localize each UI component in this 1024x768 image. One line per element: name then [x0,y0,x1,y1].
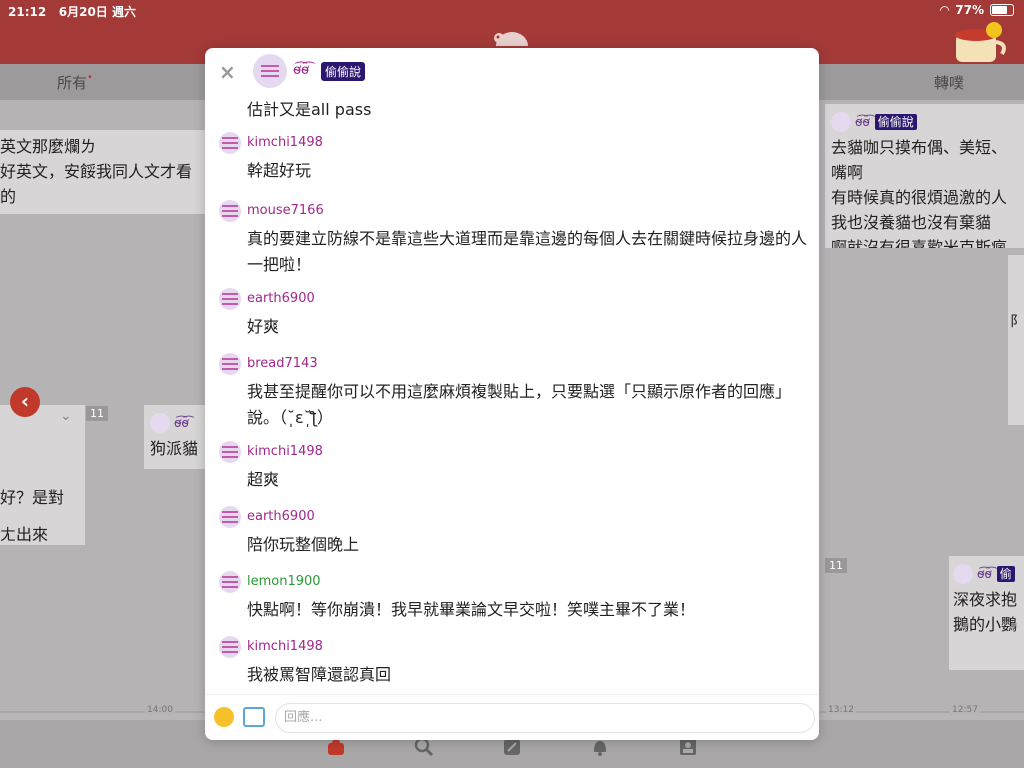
response-text: 超爽 [247,470,280,489]
op-plurk-text: 估計又是all pass [247,100,372,119]
battery-icon [990,4,1014,16]
card-line: 鵝的小鸚 [953,615,1018,634]
tab-all[interactable]: 所有• [57,72,93,93]
avatar[interactable] [219,353,241,375]
compose-icon[interactable] [502,737,522,757]
avatar[interactable] [219,288,241,310]
response-username[interactable]: earth6900 [247,291,315,306]
response-text: 陪你玩整個晚上 [247,535,360,554]
reply-composer: 回應... [205,694,819,740]
image-upload-icon[interactable] [243,707,265,727]
profile-cup-icon[interactable] [950,20,1012,64]
avatar[interactable] [219,132,241,154]
response-text: 我被罵智障還認真回 [247,665,392,684]
username: ơ̴̴͡ơ̴̴͡ [174,416,189,430]
status-time-date: 21:12 6月20日 週六 [8,5,136,19]
plurk-mascot-icon [494,32,528,46]
card-line: 狗派貓 [150,439,199,458]
anonymous-badge: 偷 [996,566,1015,582]
response-username[interactable]: bread7143 [247,356,318,371]
response-text: 真的要建立防線不是靠這些大道理而是靠這邊的每個人去在關鍵時候拉身邊的人一把啦！ [247,229,808,274]
wifi-icon: ◠ [940,3,950,17]
close-icon[interactable]: × [219,60,236,84]
bell-icon[interactable] [590,737,610,757]
response-count-badge: 11 [86,406,108,421]
response-username[interactable]: mouse7166 [247,203,324,218]
avatar[interactable] [219,200,241,222]
anonymous-badge: 偷偷說 [874,114,917,130]
card-line: 好？是對 [0,488,65,507]
bg-plurk-card-right-partial[interactable]: 阝 [1008,255,1024,425]
plurk-responses-modal: × ơ̴̴͡ơ̴̴͡ 偷偷說 估計又是all pass kimchi1498 幹超… [205,48,819,740]
username: ơ̴̴͡ơ̴̴͡ [855,115,870,129]
time-label: 12:57 [950,705,980,715]
emoticon-icon[interactable] [214,707,234,727]
tab-replurk[interactable]: 轉噗 [934,72,964,93]
card-line: 深夜求抱 [953,590,1018,609]
response-text: 快點啊！等你崩潰！我早就畢業論文早交啦！笑噗主畢不了業！ [247,600,696,619]
card-line: 有時候真的很煩過激的人 [831,188,1008,207]
op-username[interactable]: ơ̴̴͡ơ̴̴͡ [293,63,309,78]
card-line: 嘴啊 [831,163,864,182]
card-line: 去貓咖只摸布偶、美短、 [831,138,1008,157]
response-username[interactable]: kimchi1498 [247,639,323,654]
card-line: 好英文，安餒我同人文才看的 [0,162,193,206]
bg-plurk-card-mid[interactable]: ơ̴̴͡ơ̴̴͡ 狗派貓 [144,405,212,469]
username: ơ̴̴͡ơ̴̴͡ [977,567,992,581]
bg-plurk-card-left-mid[interactable]: 好？是對 ㄤ出來 [0,405,85,545]
response-text: 我甚至提醒你可以不用這麼麻煩複製貼上，只要點選「只顯示原作者的回應」說。（˘̩̩… [247,382,792,427]
avatar [953,563,973,584]
response-text: 幹超好玩 [247,161,312,180]
avatar [831,111,851,132]
avatar[interactable] [219,506,241,528]
card-line: 我也沒養貓也沒有棄貓 [831,213,992,232]
home-icon[interactable] [326,737,346,757]
profile-icon[interactable] [678,737,698,757]
search-icon[interactable] [414,737,434,757]
response-username[interactable]: kimchi1498 [247,444,323,459]
response-username[interactable]: kimchi1498 [247,135,323,150]
chevron-down-icon[interactable]: ⌄ [60,408,72,424]
time-label: 14:00 [145,705,175,715]
avatar[interactable] [219,571,241,593]
back-arrow-icon[interactable]: ‹ [10,387,40,417]
bg-plurk-card-left-top[interactable]: 英文那麼爛ㄌ 好英文，安餒我同人文才看的 [0,130,205,214]
avatar [150,412,170,433]
card-line: ㄤ出來 [0,525,49,544]
status-right: ◠ 77% [940,3,1014,17]
anonymous-badge: 偷偷說 [321,62,366,81]
avatar[interactable] [219,441,241,463]
card-line: 阝 [1010,314,1024,330]
card-line: 英文那麼爛ㄌ [0,137,97,156]
status-bar: 21:12 6月20日 週六 ◠ 77% [0,0,1024,20]
bg-plurk-card-right-top[interactable]: ơ̴̴͡ơ̴̴͡ 偷偷說 去貓咖只摸布偶、美短、 嘴啊 有時候真的很煩過激的人 … [825,104,1024,248]
response-text: 好爽 [247,317,280,336]
battery-percent: 77% [955,3,984,17]
bg-plurk-card-right-bottom[interactable]: ơ̴̴͡ơ̴̴͡ 偷 深夜求抱 鵝的小鸚 [949,556,1024,670]
response-username[interactable]: lemon1900 [247,574,321,589]
response-username[interactable]: earth6900 [247,509,315,524]
response-count-badge: 11 [825,558,847,573]
op-avatar[interactable] [253,54,287,88]
reply-input[interactable]: 回應... [275,703,815,733]
time-label: 13:12 [826,705,856,715]
card-line: 啊就沒有很喜歡米克斯瘋 [831,238,1008,248]
avatar[interactable] [219,636,241,658]
